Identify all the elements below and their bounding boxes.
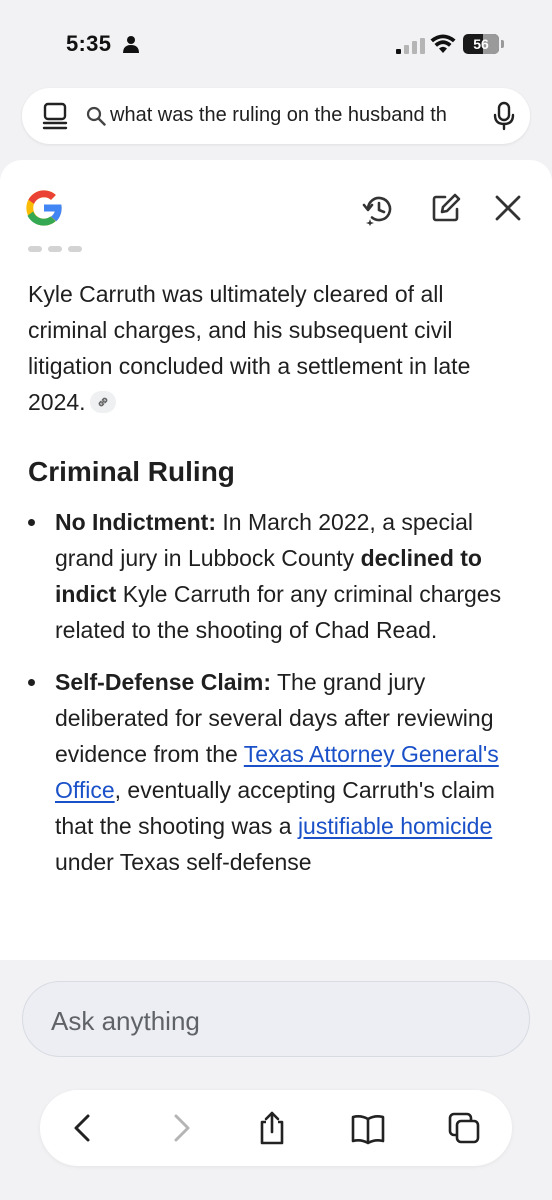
bullet-label: No Indictment:: [55, 509, 216, 535]
microphone-icon[interactable]: [492, 101, 516, 131]
wifi-icon: [430, 34, 456, 53]
ruling-list: No Indictment: In March 2022, a special …: [28, 504, 528, 880]
history-icon[interactable]: [362, 192, 396, 226]
bookmarks-icon[interactable]: [350, 1110, 386, 1146]
browser-toolbar: [40, 1090, 512, 1166]
tabs-overview-icon[interactable]: [446, 1110, 482, 1146]
status-bar: 5:35 56: [0, 0, 552, 82]
answer-content: Kyle Carruth was ultimately cleared of a…: [28, 276, 528, 896]
forward-icon[interactable]: [162, 1110, 198, 1146]
google-logo: [26, 190, 63, 226]
ask-input[interactable]: Ask anything: [22, 981, 530, 1057]
bullet-text: under Texas self-defense: [55, 849, 312, 875]
source-link-chip[interactable]: [89, 390, 116, 413]
bullet-text: Kyle Carruth for any criminal charges re…: [55, 581, 502, 643]
content-fade: [0, 930, 552, 960]
link-icon: [98, 397, 107, 407]
back-icon[interactable]: [66, 1110, 102, 1146]
ask-placeholder: Ask anything: [51, 1006, 200, 1036]
bullet-label: Self-Defense Claim:: [55, 669, 272, 695]
answer-intro: Kyle Carruth was ultimately cleared of a…: [28, 276, 528, 420]
search-query[interactable]: what was the ruling on the husband th: [110, 104, 486, 127]
ask-area: Ask anything: [0, 960, 552, 1200]
tabs-icon[interactable]: [42, 102, 68, 130]
scrolled-content-fade: [28, 246, 82, 252]
address-search-bar[interactable]: what was the ruling on the husband th: [22, 88, 530, 144]
list-item: Self-Defense Claim: The grand jury delib…: [28, 664, 528, 880]
search-icon: [86, 106, 106, 126]
edit-icon[interactable]: [430, 192, 462, 224]
person-icon: [123, 36, 139, 53]
section-heading: Criminal Ruling: [28, 456, 235, 487]
signal-icon: [396, 38, 425, 54]
share-icon[interactable]: [254, 1110, 290, 1146]
battery-icon: 56: [463, 34, 505, 54]
close-icon[interactable]: [494, 194, 522, 222]
ai-answer-sheet: Kyle Carruth was ultimately cleared of a…: [0, 160, 552, 960]
battery-level: 56: [473, 36, 489, 52]
list-item: No Indictment: In March 2022, a special …: [28, 504, 528, 648]
link-justifiable-homicide[interactable]: justifiable homicide: [298, 813, 492, 839]
status-time: 5:35: [66, 31, 112, 56]
